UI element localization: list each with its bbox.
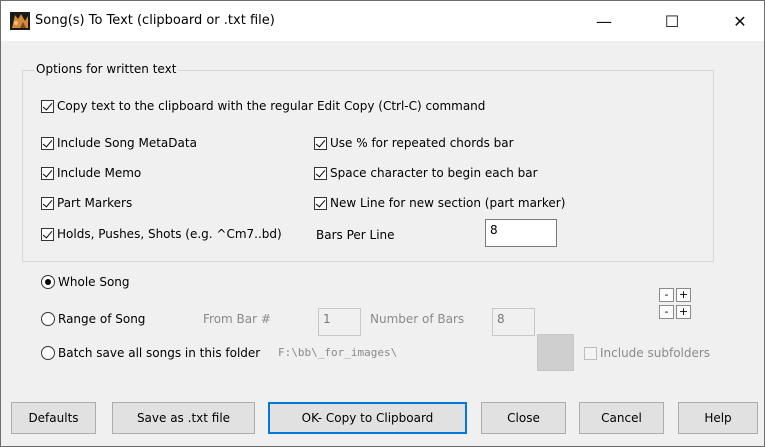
checkbox-mark[interactable] (584, 346, 597, 360)
from-bar-input[interactable]: 1 (318, 308, 361, 336)
save-txt-button[interactable]: Save as .txt file (112, 402, 255, 434)
part-markers-checkbox[interactable]: Part Markers (41, 196, 132, 210)
checkbox-mark[interactable] (41, 227, 54, 241)
title-bar: Song(s) To Text (clipboard or .txt file)… (1, 1, 764, 41)
number-of-bars-label: Number of Bars (370, 312, 465, 326)
ok-copy-button[interactable]: OK- Copy to Clipboard (268, 402, 467, 434)
holds-pushes-label: Holds, Pushes, Shots (e.g. ^Cm7..bd) (57, 227, 282, 241)
from-bar-plus-button[interactable]: + (676, 288, 691, 302)
holds-pushes-checkbox[interactable]: Holds, Pushes, Shots (e.g. ^Cm7..bd) (41, 227, 282, 241)
close-button[interactable]: Close (481, 402, 566, 434)
cancel-button[interactable]: Cancel (579, 402, 664, 434)
folder-browse-button[interactable] (537, 334, 574, 371)
checkbox-mark[interactable] (314, 166, 327, 180)
help-button[interactable]: Help (678, 402, 758, 434)
window-title: Song(s) To Text (clipboard or .txt file) (35, 13, 275, 28)
folder-path: F:\bb\_for_images\ (278, 346, 398, 359)
space-char-checkbox[interactable]: Space character to begin each bar (314, 166, 538, 180)
new-line-label: New Line for new section (part marker) (330, 196, 566, 210)
include-memo-label: Include Memo (57, 166, 142, 180)
options-group-label: Options for written text (34, 62, 179, 76)
number-of-bars-plus-button[interactable]: + (676, 305, 691, 319)
space-char-label: Space character to begin each bar (330, 166, 538, 180)
bars-per-line-label: Bars Per Line (316, 228, 395, 242)
radio-mark[interactable] (41, 346, 55, 360)
bars-per-line-input[interactable]: 8 (485, 219, 557, 247)
range-of-song-label: Range of Song (58, 312, 146, 326)
number-of-bars-input[interactable]: 8 (492, 308, 535, 336)
whole-song-label: Whole Song (58, 275, 130, 289)
include-subfolders-checkbox[interactable]: Include subfolders (584, 346, 710, 360)
checkbox-mark[interactable] (41, 136, 54, 150)
number-of-bars-minus-button[interactable]: - (659, 305, 674, 319)
from-bar-minus-button[interactable]: - (659, 288, 674, 302)
checkbox-mark[interactable] (41, 99, 54, 113)
close-window-button[interactable]: ✕ (717, 1, 763, 41)
include-metadata-label: Include Song MetaData (57, 136, 197, 150)
copy-clipboard-checkbox[interactable]: Copy text to the clipboard with the regu… (41, 99, 485, 113)
range-of-song-radio[interactable]: Range of Song (41, 312, 145, 326)
checkbox-mark[interactable] (41, 196, 54, 210)
checkbox-mark[interactable] (314, 136, 327, 150)
band-in-a-box-icon (10, 12, 30, 30)
include-metadata-checkbox[interactable]: Include Song MetaData (41, 136, 197, 150)
batch-save-label: Batch save all songs in this folder (58, 346, 261, 360)
from-bar-label: From Bar # (203, 312, 271, 326)
new-line-checkbox[interactable]: New Line for new section (part marker) (314, 196, 565, 210)
checkbox-mark[interactable] (314, 196, 327, 210)
whole-song-radio[interactable]: Whole Song (41, 275, 130, 289)
use-percent-checkbox[interactable]: Use % for repeated chords bar (314, 136, 514, 150)
song-to-text-dialog: Song(s) To Text (clipboard or .txt file)… (0, 0, 765, 447)
defaults-button[interactable]: Defaults (11, 402, 96, 434)
radio-mark[interactable] (41, 275, 55, 289)
checkbox-mark[interactable] (41, 166, 54, 180)
include-memo-checkbox[interactable]: Include Memo (41, 166, 141, 180)
include-subfolders-label: Include subfolders (600, 346, 711, 360)
minimize-button[interactable]: — (581, 1, 627, 41)
part-markers-label: Part Markers (57, 196, 133, 210)
use-percent-label: Use % for repeated chords bar (330, 136, 514, 150)
radio-mark[interactable] (41, 312, 55, 326)
copy-clipboard-label: Copy text to the clipboard with the regu… (57, 99, 486, 113)
maximize-button[interactable]: ☐ (649, 1, 695, 41)
batch-save-radio[interactable]: Batch save all songs in this folder (41, 346, 260, 360)
